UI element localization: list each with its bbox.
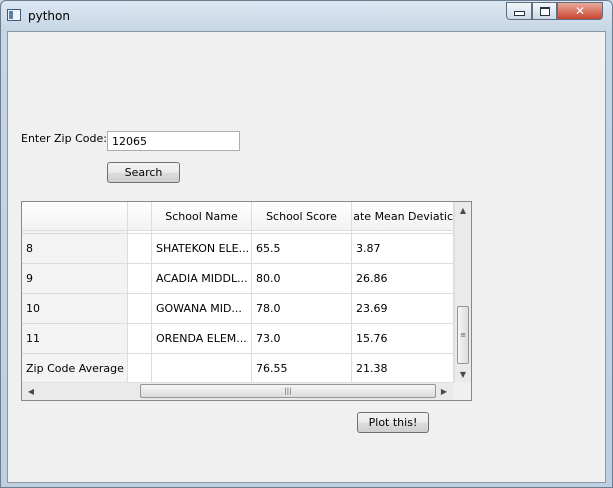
school-name-cell[interactable] [152,354,252,384]
results-table: School Name School Score ate Mean Deviat… [21,201,472,401]
horizontal-scroll-thumb[interactable]: ||| [140,384,436,398]
mean-deviation-cell[interactable]: 15.76 [352,324,454,354]
blank-cell[interactable] [128,294,152,324]
column-header-mean-deviation[interactable]: ate Mean Deviatic [352,202,454,231]
school-name-cell[interactable]: SHATEKON ELE... [152,234,252,264]
column-header-index[interactable] [22,202,128,231]
blank-cell[interactable] [128,234,152,264]
blank-cell[interactable] [128,354,152,384]
scrollbar-corner [454,382,471,400]
table-row-average[interactable]: Zip Code Average 76.55 21.38 [22,354,454,384]
zip-code-input[interactable] [107,131,240,151]
scroll-down-icon[interactable]: ▼ [455,366,471,382]
column-header-school-name[interactable]: School Name [152,202,252,231]
row-index-cell[interactable]: 8 [22,234,128,264]
scroll-left-icon[interactable]: ◀ [23,383,39,399]
scroll-up-icon[interactable]: ▲ [455,202,471,218]
school-score-cell[interactable]: 76.55 [252,354,352,384]
column-header-blank[interactable] [128,202,152,231]
title-bar[interactable]: python ✕ [1,1,612,31]
table-row[interactable]: 9 ACADIA MIDDL... 80.0 26.86 [22,264,454,294]
vertical-scroll-thumb[interactable]: ≡ [457,306,469,364]
client-area: Enter Zip Code: Search School Name Schoo… [7,31,606,483]
mean-deviation-cell[interactable]: 23.69 [352,294,454,324]
mean-deviation-cell[interactable]: 26.86 [352,264,454,294]
close-icon: ✕ [574,4,586,18]
zip-code-label: Enter Zip Code: [21,132,107,145]
row-index-cell[interactable]: 9 [22,264,128,294]
scroll-right-icon[interactable]: ▶ [436,383,452,399]
mean-deviation-cell[interactable]: 21.38 [352,354,454,384]
horizontal-scrollbar[interactable]: ◀ ||| ▶ [22,382,454,400]
school-score-cell[interactable]: 65.5 [252,234,352,264]
blank-cell[interactable] [128,324,152,354]
table-row[interactable]: 10 GOWANA MID... 78.0 23.69 [22,294,454,324]
app-window: python ✕ Enter Zip Code: Search School N… [0,0,613,488]
maximize-button[interactable] [532,2,557,20]
table-row[interactable]: 11 ORENDA ELEM... 73.0 15.76 [22,324,454,354]
search-button[interactable]: Search [107,162,180,183]
school-name-cell[interactable]: GOWANA MID... [152,294,252,324]
table-row[interactable]: 8 SHATEKON ELE... 65.5 3.87 [22,234,454,264]
column-header-school-score[interactable]: School Score [252,202,352,231]
row-index-cell[interactable]: 11 [22,324,128,354]
school-score-cell[interactable]: 78.0 [252,294,352,324]
plot-button[interactable]: Plot this! [357,412,429,433]
close-button[interactable]: ✕ [557,2,603,20]
minimize-icon [513,11,525,16]
school-score-cell[interactable]: 80.0 [252,264,352,294]
row-index-cell[interactable]: 10 [22,294,128,324]
school-score-cell[interactable]: 73.0 [252,324,352,354]
python-window-icon [7,9,21,21]
minimize-button[interactable] [506,2,532,20]
school-name-cell[interactable]: ACADIA MIDDL... [152,264,252,294]
row-index-cell[interactable]: Zip Code Average [22,354,128,384]
vertical-scrollbar[interactable]: ▲ ≡ ▼ [454,202,471,382]
table-header: School Name School Score ate Mean Deviat… [22,202,454,231]
maximize-icon [539,6,550,16]
school-name-cell[interactable]: ORENDA ELEM... [152,324,252,354]
blank-cell[interactable] [128,264,152,294]
mean-deviation-cell[interactable]: 3.87 [352,234,454,264]
window-title: python [28,9,70,23]
